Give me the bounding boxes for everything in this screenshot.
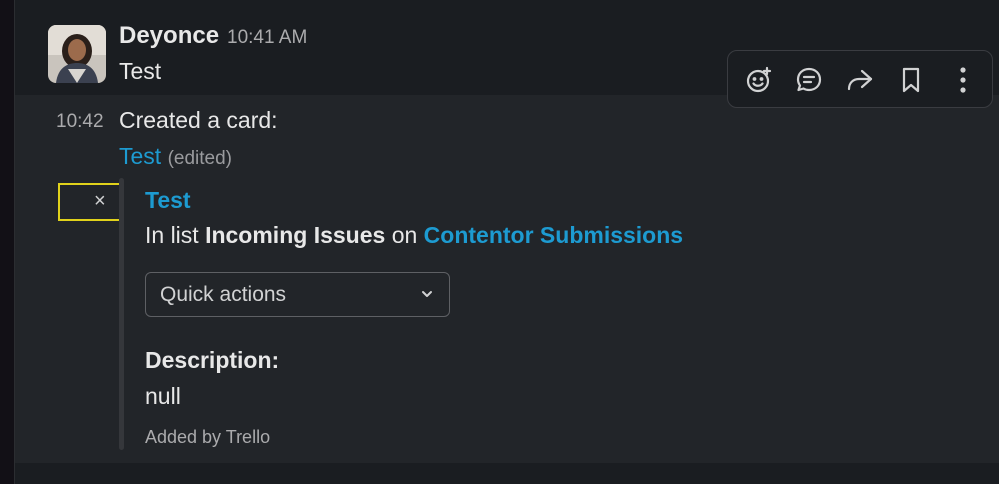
message-timestamp-short[interactable]: 10:42 [56, 111, 104, 133]
edited-label: (edited) [167, 148, 232, 169]
board-link[interactable]: Contentor Submissions [424, 222, 683, 248]
message-actions-toolbar [727, 50, 993, 108]
more-actions-icon [960, 67, 966, 93]
message-text: Test [119, 58, 162, 84]
bookmark-icon [902, 67, 920, 93]
close-icon: × [94, 190, 106, 212]
reply-in-thread-button[interactable] [792, 63, 826, 97]
add-reaction-button[interactable] [742, 63, 776, 97]
sender-name[interactable]: Deyonce [119, 22, 219, 50]
next-message-area [15, 463, 999, 484]
quick-actions-select[interactable]: Quick actions [145, 272, 450, 317]
quick-actions-label: Quick actions [160, 283, 287, 306]
chevron-down-icon [422, 291, 432, 297]
save-for-later-button[interactable] [894, 63, 928, 97]
remove-attachment-button[interactable]: × [58, 183, 124, 221]
card-title-link[interactable]: Test [145, 187, 191, 214]
more-actions-button[interactable] [946, 63, 980, 97]
description-heading: Description: [145, 347, 280, 373]
card-list-info: In list Incoming Issues on Contentor Sub… [145, 222, 683, 249]
card-link[interactable]: Test [119, 143, 161, 169]
list-connector: on [391, 222, 418, 248]
left-rail [0, 0, 15, 484]
card-link-row: Test (edited) [119, 143, 232, 170]
list-prefix: In list [145, 222, 199, 248]
add-reaction-icon [746, 66, 772, 93]
list-name: Incoming Issues [205, 222, 386, 248]
share-message-button[interactable] [843, 63, 877, 97]
share-icon [847, 69, 873, 91]
reply-in-thread-icon [796, 67, 822, 92]
description-value: null [145, 383, 181, 409]
attachment-border [119, 178, 124, 450]
attachment-footer: Added by Trello [145, 427, 271, 447]
message-timestamp[interactable]: 10:41 AM [227, 27, 307, 49]
message-text: Created a card: [119, 107, 278, 133]
avatar[interactable] [48, 25, 106, 83]
